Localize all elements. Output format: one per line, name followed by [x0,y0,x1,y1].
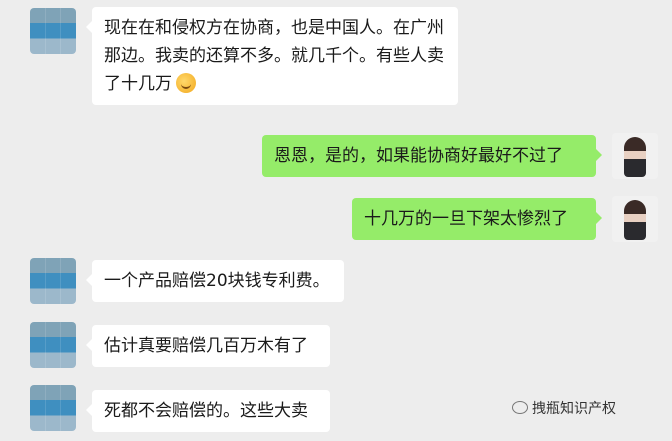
pixelated-avatar-image [30,322,76,368]
self-avatar[interactable] [612,133,658,179]
contact-avatar[interactable] [30,8,76,54]
incoming-message-bubble[interactable]: 一个产品赔偿20块钱专利费。 [86,260,344,302]
pixelated-avatar-image [30,8,76,54]
message-text: 死都不会赔偿的。这些大卖 [104,401,308,421]
contact-avatar[interactable] [30,322,76,368]
watermark-text: 拽瓶知识产权 [532,401,616,417]
pixelated-avatar-image [30,385,76,431]
incoming-message-bubble[interactable]: 估计真要赔偿几百万木有了 [86,325,330,367]
watermark: 拽瓶知识产权 [512,398,616,418]
self-avatar[interactable] [612,196,658,242]
incoming-message-bubble[interactable]: 现在在和侵权方在协商，也是中国人。在广州那边。我卖的还算不多。就几千个。有些人卖… [86,7,458,105]
message-text: 现在在和侵权方在协商，也是中国人。在广州那边。我卖的还算不多。就几千个。有些人卖… [104,18,444,94]
outgoing-message-bubble[interactable]: 十几万的一旦下架太惨烈了 [352,198,602,240]
contact-avatar[interactable] [30,385,76,431]
message-text: 一个产品赔偿20块钱专利费。 [104,271,330,291]
incoming-message-bubble[interactable]: 死都不会赔偿的。这些大卖 [86,390,330,432]
wechat-official-icon [512,401,528,414]
pixelated-avatar-image [30,258,76,304]
message-text: 十几万的一旦下架太惨烈了 [364,209,568,229]
contact-avatar[interactable] [30,258,76,304]
outgoing-message-bubble[interactable]: 恩恩，是的，如果能协商好最好不过了 [262,135,602,177]
user-photo-icon [624,200,646,240]
facepalm-emoji-icon [176,73,196,93]
message-text: 恩恩，是的，如果能协商好最好不过了 [274,146,563,166]
user-photo-icon [624,137,646,177]
message-text: 估计真要赔偿几百万木有了 [104,336,308,356]
